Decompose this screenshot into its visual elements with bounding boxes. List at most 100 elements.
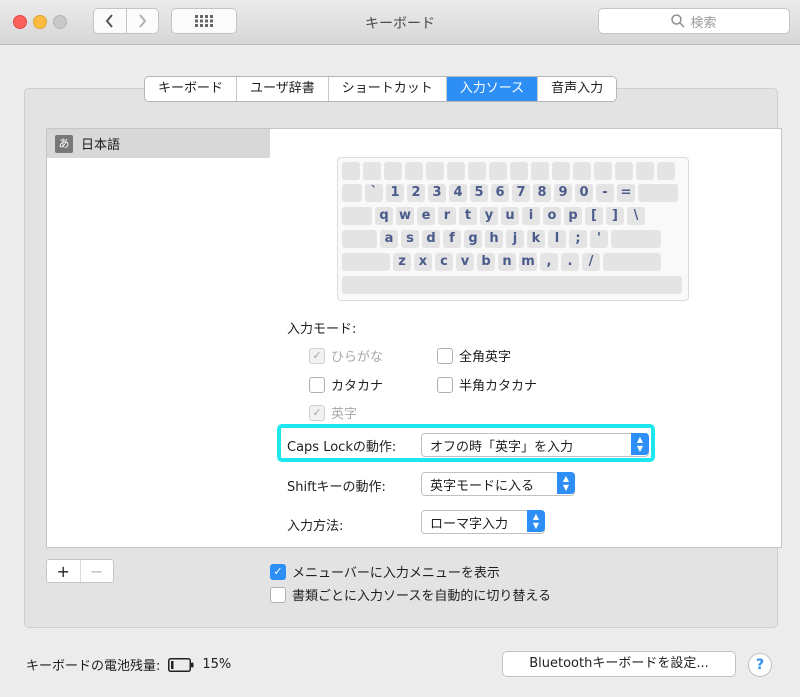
key: ] [606,207,624,225]
caps-lock-popup[interactable]: オフの時「英字」を入力 ▲ ▼ [421,433,649,457]
auto-switch-checkbox[interactable]: 書類ごとに入力ソースを自動的に切り替える [270,585,551,604]
add-source-button[interactable]: + [47,560,80,582]
katakana-label: カタカナ [331,379,384,394]
key: v [456,253,474,271]
input-source-list: あ 日本語 [46,128,272,548]
key: l [548,230,566,248]
key: g [464,230,482,248]
blank-key [573,162,591,180]
key: i [522,207,540,225]
key: r [438,207,456,225]
shift-value: 英字モードに入る [430,478,535,494]
key: m [519,253,537,271]
tab-shortcuts[interactable]: ショートカット [328,77,447,101]
hiragana-label: ひらがな [331,350,384,365]
caps-lock-label: Caps Lockの動作: [287,440,397,455]
add-remove-buttons: + − [46,559,114,583]
tab-user-dictionary[interactable]: ユーザ辞書 [237,77,329,101]
key: 6 [491,184,509,202]
search-field[interactable]: 検索 [598,8,790,34]
key: = [617,184,635,202]
remove-source-button[interactable]: − [79,560,114,582]
shift-popup[interactable]: 英字モードに入る ▲ ▼ [421,472,575,496]
key: e [417,207,435,225]
key: \ [627,207,645,225]
key: t [459,207,477,225]
key: 8 [533,184,551,202]
halfwidth-katakana-checkbox[interactable]: 半角カタカナ [437,375,537,394]
tab-input-sources[interactable]: 入力ソース [446,77,539,101]
key: j [506,230,524,248]
blank-key [611,230,661,248]
blank-key [468,162,486,180]
blank-key [363,162,381,180]
key: . [561,253,579,271]
list-item-japanese[interactable]: あ 日本語 [47,129,271,158]
keyboard-viewer: ` 1 2 3 4 5 6 7 8 9 0- = q w e r t y u i o p[] \ a s d f g h j k l; ' z x c… [337,157,689,301]
input-method-value: ローマ字入力 [430,516,509,532]
battery-percent: 15% [202,657,232,672]
popup-arrows-icon: ▲ ▼ [527,510,545,532]
key: a [380,230,398,248]
key: d [422,230,440,248]
key: 1 [386,184,404,202]
list-item-label: 日本語 [81,138,121,153]
key: 3 [428,184,446,202]
blank-key [636,162,654,180]
blank-key [342,253,390,271]
key: o [543,207,561,225]
key: n [498,253,516,271]
blank-key [638,184,678,202]
key: c [435,253,453,271]
tab-keyboard[interactable]: キーボード [145,77,238,101]
key: , [540,253,558,271]
key: 2 [407,184,425,202]
input-method-popup[interactable]: ローマ字入力 ▲ ▼ [421,510,545,534]
key: k [527,230,545,248]
auto-switch-label: 書類ごとに入力ソースを自動的に切り替える [292,589,551,604]
setup-bluetooth-keyboard-button[interactable]: Bluetoothキーボードを設定... [502,651,736,677]
checkmark-icon: ✓ [270,563,286,580]
roman-checkbox[interactable]: ✓ 英字 [309,403,357,422]
hiragana-icon: あ [55,134,73,153]
key: p [564,207,582,225]
help-button[interactable]: ? [748,653,772,677]
popup-arrows-icon: ▲ ▼ [631,433,649,455]
tab-dictation[interactable]: 音声入力 [538,77,617,101]
search-icon [671,14,686,28]
blank-key [552,162,570,180]
show-input-menu-checkbox[interactable]: ✓ メニューバーに入力メニューを表示 [270,562,500,581]
input-mode-label: 入力モード: [287,322,357,337]
key: 9 [554,184,572,202]
key: s [401,230,419,248]
popup-arrows-icon: ▲ ▼ [557,472,575,494]
key: ' [590,230,608,248]
key: z [393,253,411,271]
blank-key [594,162,612,180]
blank-key [342,230,377,248]
hiragana-checkbox[interactable]: ✓ ひらがな [309,346,383,365]
blank-key [342,162,360,180]
battery-status: キーボードの電池残量: 15% [26,655,231,674]
key: h [485,230,503,248]
shift-label: Shiftキーの動作: [287,480,386,495]
key: x [414,253,432,271]
key: u [501,207,519,225]
key: 4 [449,184,467,202]
blank-key [489,162,507,180]
blank-key [531,162,549,180]
search-placeholder: 検索 [690,15,717,31]
blank-key [615,162,633,180]
blank-key [657,162,675,180]
fullwidth-roman-checkbox[interactable]: 全角英字 [437,346,511,365]
blank-key [603,253,661,271]
blank-key [342,184,362,202]
blank-key [426,162,444,180]
blank-key [447,162,465,180]
key: q [375,207,393,225]
katakana-checkbox[interactable]: カタカナ [309,375,383,394]
input-method-label: 入力方法: [287,519,344,534]
blank-key [384,162,402,180]
key: - [596,184,614,202]
blank-key [510,162,528,180]
